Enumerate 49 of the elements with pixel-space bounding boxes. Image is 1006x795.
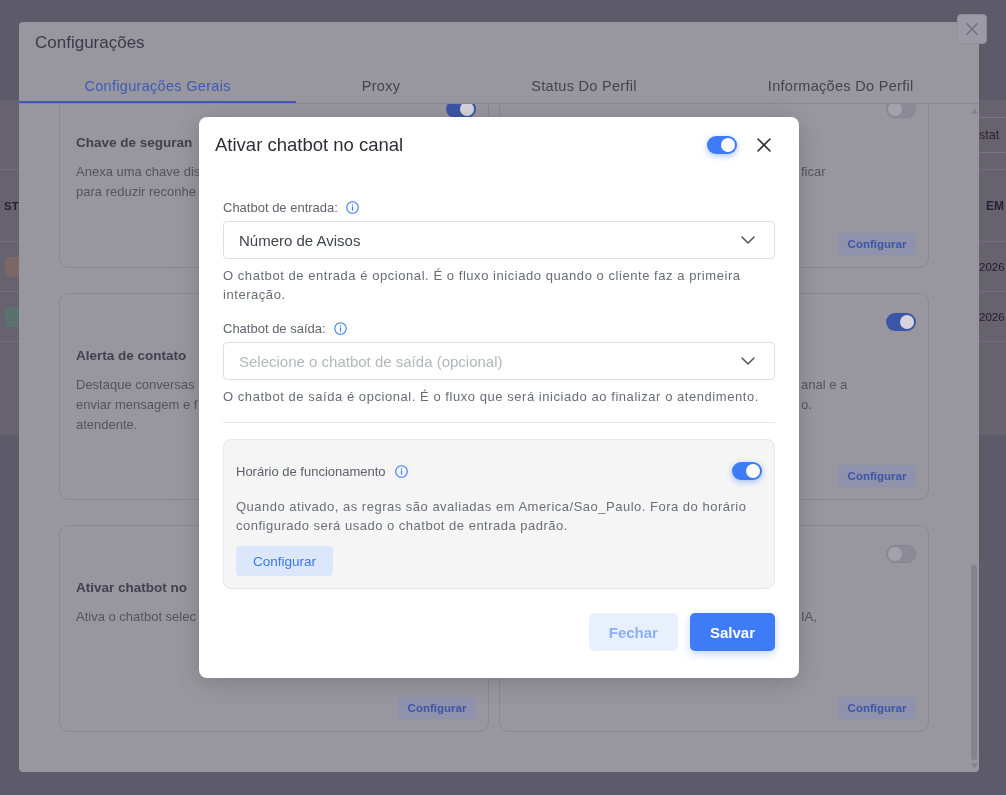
field-label: Chatbot de saída: <box>223 320 326 336</box>
tab[interactable]: Configurações Gerais <box>19 70 297 103</box>
info-icon[interactable] <box>333 321 347 335</box>
column-header: EM <box>986 198 1004 213</box>
modal-title: Ativar chatbot no canal <box>215 134 404 156</box>
schedule-description: Quando ativado, as regras são avaliadas em America/Sao_Paulo. Fora do horário configurado será usado o chatbot de entrada padrão. <box>236 498 748 535</box>
card-description: anal e a o. <box>801 376 848 414</box>
help-text: O chatbot de entrada é opcional. É o fluxo iniciado quando o cliente faz a primeira interação. <box>223 267 742 304</box>
card-title: Chave de seguran <box>76 134 193 152</box>
toggle-switch[interactable] <box>446 104 476 118</box>
configure-button[interactable]: Configurar <box>838 233 916 255</box>
configure-button[interactable]: Configurar <box>838 465 916 487</box>
card-description: Destaque conversas enviar mensagem e f atendente. <box>76 376 198 434</box>
chevron-down-icon <box>741 236 755 244</box>
close-button[interactable]: Fechar <box>588 613 678 651</box>
configure-button[interactable]: Configurar <box>838 697 916 719</box>
toggle-switch[interactable] <box>732 462 762 480</box>
configure-button[interactable]: Configurar <box>398 697 476 719</box>
field-label: Chatbot de entrada: <box>223 199 338 215</box>
close-button[interactable] <box>957 14 987 44</box>
toggle-switch[interactable] <box>707 136 737 154</box>
toggle-switch[interactable] <box>886 104 916 118</box>
tab[interactable]: Status Do Perfil <box>465 70 703 103</box>
table-cell: 2026 <box>979 260 1005 273</box>
dialog-title: Configurações <box>34 32 146 54</box>
configure-button[interactable]: Configurar <box>236 546 334 576</box>
card-description: Ativa o chatbot selec <box>76 608 196 626</box>
close-icon[interactable] <box>757 138 771 152</box>
card-title: Alerta de contato <box>76 347 187 365</box>
tab[interactable]: Informações Do Perfil <box>702 70 979 103</box>
card-title: Ativar chatbot no <box>76 579 187 597</box>
search-field[interactable]: stat <box>979 117 1006 153</box>
save-button[interactable]: Salvar <box>689 613 775 651</box>
card-description: ficar <box>801 163 826 181</box>
close-icon <box>966 23 978 35</box>
tab[interactable]: Proxy <box>296 70 466 103</box>
info-icon[interactable] <box>345 200 359 214</box>
card-description: IA, <box>801 608 817 626</box>
card-description: Anexa uma chave dis para reduzir reconhe <box>76 163 201 201</box>
dropdown-field[interactable]: Selecione o chatbot de saída (opcional) <box>223 342 775 380</box>
help-text: O chatbot de saída é opcional. É o fluxo que será iniciado ao finalizar o atendimento. <box>223 388 760 406</box>
info-icon[interactable] <box>394 464 408 478</box>
chevron-down-icon <box>741 357 755 365</box>
toggle-switch[interactable] <box>886 545 916 563</box>
table-cell: 2026 <box>979 310 1005 323</box>
column-header: ST <box>3 199 19 212</box>
toggle-switch[interactable] <box>886 313 916 331</box>
dropdown-field[interactable]: Número de Avisos <box>223 221 775 259</box>
schedule-label: Horário de funcionamento <box>236 463 386 479</box>
